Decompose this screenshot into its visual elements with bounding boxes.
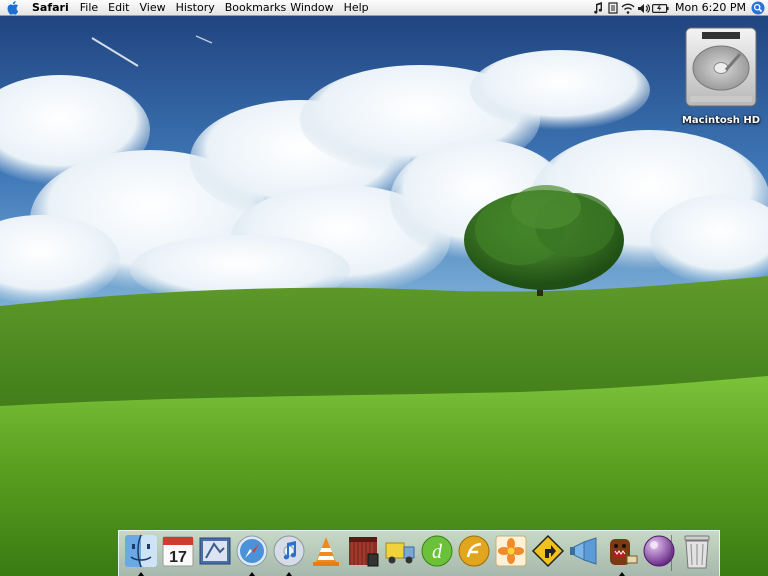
flash-icon (458, 535, 489, 567)
dock-transmit[interactable] (382, 534, 417, 572)
megaphone-icon (569, 537, 596, 565)
dock-safari[interactable] (234, 534, 269, 576)
volume-icon[interactable] (636, 0, 651, 16)
safari-icon (236, 535, 267, 567)
domo-icon (609, 539, 637, 565)
ical-icon: 17 (162, 536, 193, 567)
imovie-icon (348, 537, 378, 567)
dreamweaver-icon: d (421, 535, 452, 567)
dock-itunes[interactable] (271, 534, 306, 576)
dock-dreamweaver[interactable]: d (419, 534, 454, 572)
script-icon[interactable] (606, 0, 621, 16)
transmit-truck-icon (385, 542, 414, 564)
dock-flower-app[interactable] (493, 534, 528, 572)
finder-icon (124, 534, 157, 568)
wallpaper-image (0, 0, 768, 576)
menu-window[interactable]: Window (288, 0, 338, 16)
dock-separator (671, 535, 672, 571)
dock-vlc[interactable] (308, 534, 343, 572)
svg-text:d: d (432, 541, 443, 563)
menu-edit[interactable]: Edit (103, 0, 134, 16)
dock-trash[interactable] (679, 534, 715, 572)
menu-bookmarks[interactable]: Bookmarks (220, 0, 288, 16)
apple-menu-icon[interactable] (0, 0, 26, 16)
desktop-icon-macintosh-hd[interactable]: Macintosh HD (676, 26, 766, 126)
dock-megaphone-app[interactable] (567, 534, 602, 572)
road-sign-icon (531, 534, 564, 568)
dock-ical[interactable]: 17 (160, 534, 195, 572)
desktop-icon-label: Macintosh HD (681, 115, 761, 126)
flower-icon (495, 535, 526, 567)
dock-road-sign-app[interactable] (530, 534, 565, 572)
dock-domo-app[interactable] (604, 534, 639, 576)
hard-drive-icon (685, 27, 757, 107)
ical-date: 17 (169, 549, 187, 566)
running-indicator (618, 572, 625, 576)
dock-finder[interactable] (123, 534, 158, 576)
menubar-clock[interactable]: Mon 6:20 PM (671, 0, 750, 16)
menu-file[interactable]: File (75, 0, 103, 16)
battery-icon[interactable] (651, 0, 671, 16)
mail-icon (199, 537, 230, 565)
spotlight-icon[interactable] (750, 0, 766, 16)
music-note-icon[interactable] (591, 0, 606, 16)
running-indicator (137, 572, 144, 576)
dock-flash[interactable] (456, 534, 491, 572)
itunes-icon (273, 535, 304, 567)
vlc-icon (312, 537, 339, 566)
desktop-wallpaper (0, 0, 768, 576)
running-indicator (285, 572, 292, 576)
menu-help[interactable]: Help (339, 0, 374, 16)
running-indicator (248, 572, 255, 576)
menu-history[interactable]: History (171, 0, 220, 16)
menu-bar: Safari File Edit View History Bookmarks … (0, 0, 768, 16)
dock-mail[interactable] (197, 534, 232, 572)
menu-app-name[interactable]: Safari (26, 0, 75, 16)
dock: 17 d (118, 530, 720, 576)
trash-icon (684, 535, 710, 569)
menu-view[interactable]: View (134, 0, 170, 16)
wifi-icon[interactable] (621, 0, 636, 16)
dock-imovie[interactable] (345, 534, 380, 572)
